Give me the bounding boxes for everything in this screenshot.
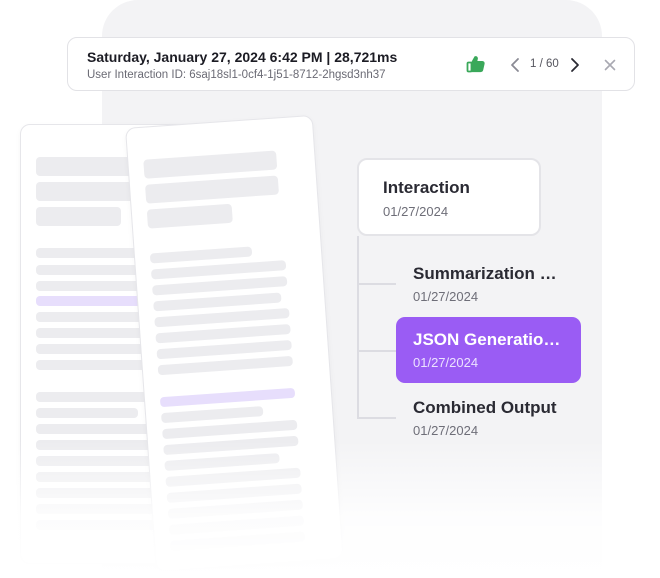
interaction-timestamp: Saturday, January 27, 2024 6:42 PM | 28,… [87, 49, 398, 65]
tree-connector-branch [357, 350, 396, 352]
placeholder-heading [146, 203, 233, 229]
interaction-header-card: Saturday, January 27, 2024 6:42 PM | 28,… [67, 37, 635, 91]
placeholder-heading [145, 175, 280, 204]
page-indicator: 1 / 60 [530, 58, 559, 70]
tree-node-summarization[interactable]: Summarization … 01/27/2024 [396, 251, 581, 317]
tree-node-date: 01/27/2024 [413, 289, 479, 304]
thumbs-up-icon[interactable] [466, 54, 486, 74]
tree-node-date: 01/27/2024 [413, 423, 479, 438]
tree-node-title: Combined Output [413, 398, 557, 417]
tree-node-json-generation[interactable]: JSON Generatio… 01/27/2024 [396, 317, 581, 383]
placeholder-line [160, 406, 264, 424]
placeholder-heading [143, 150, 278, 179]
tree-root-interaction[interactable]: Interaction 01/27/2024 [357, 158, 541, 236]
canvas: Saturday, January 27, 2024 6:42 PM | 28,… [0, 0, 660, 578]
tree-connector-branch [357, 283, 396, 285]
close-icon[interactable] [603, 58, 617, 72]
placeholder-line [153, 292, 282, 312]
tree-node-date: 01/27/2024 [413, 355, 479, 370]
tree-node-title: JSON Generatio… [413, 330, 561, 349]
tree-connector-vertical [357, 236, 359, 418]
placeholder-line [149, 246, 253, 264]
placeholder-line [36, 408, 138, 418]
placeholder-line [164, 453, 280, 472]
interaction-id: User Interaction ID: 6saj18sl1-0cf4-1j51… [87, 69, 386, 81]
placeholder-heading [36, 207, 121, 226]
placeholder-line [163, 435, 299, 456]
tree-node-combined-output[interactable]: Combined Output 01/27/2024 [396, 385, 581, 451]
highlighted-line [159, 387, 296, 408]
placeholder-line [169, 531, 306, 551]
placeholder-line [157, 355, 294, 376]
tree-connector-branch [357, 417, 396, 419]
tree-root-title: Interaction [383, 178, 470, 197]
chevron-right-icon[interactable] [568, 56, 582, 74]
tree-root-date: 01/27/2024 [383, 204, 449, 219]
chevron-left-icon[interactable] [508, 56, 522, 74]
document-preview-front [125, 114, 344, 572]
tree-node-title: Summarization … [413, 264, 557, 283]
